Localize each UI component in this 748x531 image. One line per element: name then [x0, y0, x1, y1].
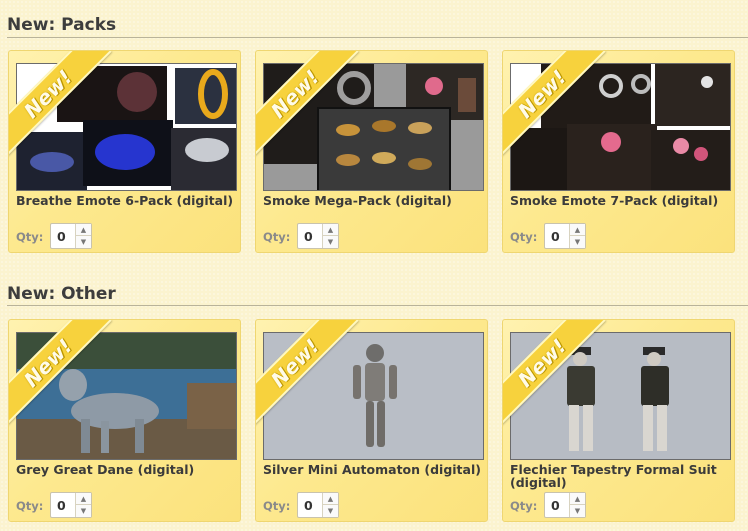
- increment-icon[interactable]: ▲: [75, 224, 91, 236]
- quantity-stepper[interactable]: 0 ▲ ▼: [544, 223, 586, 249]
- qty-label: Qty:: [16, 499, 44, 513]
- quantity-value[interactable]: 0: [57, 498, 66, 513]
- increment-icon[interactable]: ▲: [75, 493, 91, 505]
- quantity-value[interactable]: 0: [551, 498, 560, 513]
- section-divider: [7, 37, 748, 38]
- decrement-icon[interactable]: ▼: [569, 236, 585, 248]
- product-card-silver-mini-automaton[interactable]: New! Silver Mini Automaton (digital) Qty…: [255, 319, 488, 522]
- section-title-other: New: Other: [7, 284, 116, 304]
- quantity-value[interactable]: 0: [304, 229, 313, 244]
- decrement-icon[interactable]: ▼: [75, 236, 91, 248]
- quantity-value[interactable]: 0: [304, 498, 313, 513]
- quantity-value[interactable]: 0: [57, 229, 66, 244]
- product-card-flechier-tapestry-formal-suit[interactable]: New! Flechier Tapestry Formal Suit (digi…: [502, 319, 735, 522]
- increment-icon[interactable]: ▲: [569, 493, 585, 505]
- decrement-icon[interactable]: ▼: [75, 505, 91, 517]
- section-title-packs: New: Packs: [7, 15, 117, 35]
- increment-icon[interactable]: ▲: [322, 224, 338, 236]
- quantity-stepper[interactable]: 0 ▲ ▼: [544, 492, 586, 518]
- product-name[interactable]: Smoke Emote 7-Pack (digital): [510, 194, 732, 207]
- increment-icon[interactable]: ▲: [569, 224, 585, 236]
- section-divider: [7, 305, 748, 306]
- qty-label: Qty:: [510, 499, 538, 513]
- qty-label: Qty:: [263, 499, 291, 513]
- quantity-stepper[interactable]: 0 ▲ ▼: [297, 492, 339, 518]
- quantity-value[interactable]: 0: [551, 229, 560, 244]
- decrement-icon[interactable]: ▼: [322, 236, 338, 248]
- qty-label: Qty:: [263, 230, 291, 244]
- qty-label: Qty:: [16, 230, 44, 244]
- quantity-stepper[interactable]: 0 ▲ ▼: [297, 223, 339, 249]
- product-name[interactable]: Smoke Mega-Pack (digital): [263, 194, 485, 207]
- product-name[interactable]: Grey Great Dane (digital): [16, 463, 238, 476]
- product-card-smoke-mega-pack[interactable]: New! Smoke Mega-Pack (digital) Qty: 0 ▲ …: [255, 50, 488, 253]
- product-card-smoke-emote[interactable]: New! Smoke Emote 7-Pack (digital) Qty: 0…: [502, 50, 735, 253]
- product-name[interactable]: Flechier Tapestry Formal Suit (digital): [510, 463, 732, 489]
- quantity-stepper[interactable]: 0 ▲ ▼: [50, 492, 92, 518]
- decrement-icon[interactable]: ▼: [569, 505, 585, 517]
- decrement-icon[interactable]: ▼: [322, 505, 338, 517]
- qty-label: Qty:: [510, 230, 538, 244]
- increment-icon[interactable]: ▲: [322, 493, 338, 505]
- product-name[interactable]: Breathe Emote 6-Pack (digital): [16, 194, 238, 207]
- product-card-grey-great-dane[interactable]: New! Grey Great Dane (digital) Qty: 0 ▲ …: [8, 319, 241, 522]
- product-card-breathe-emote[interactable]: New! Breathe Emote 6-Pack (digital) Qty:…: [8, 50, 241, 253]
- product-name[interactable]: Silver Mini Automaton (digital): [263, 463, 485, 476]
- quantity-stepper[interactable]: 0 ▲ ▼: [50, 223, 92, 249]
